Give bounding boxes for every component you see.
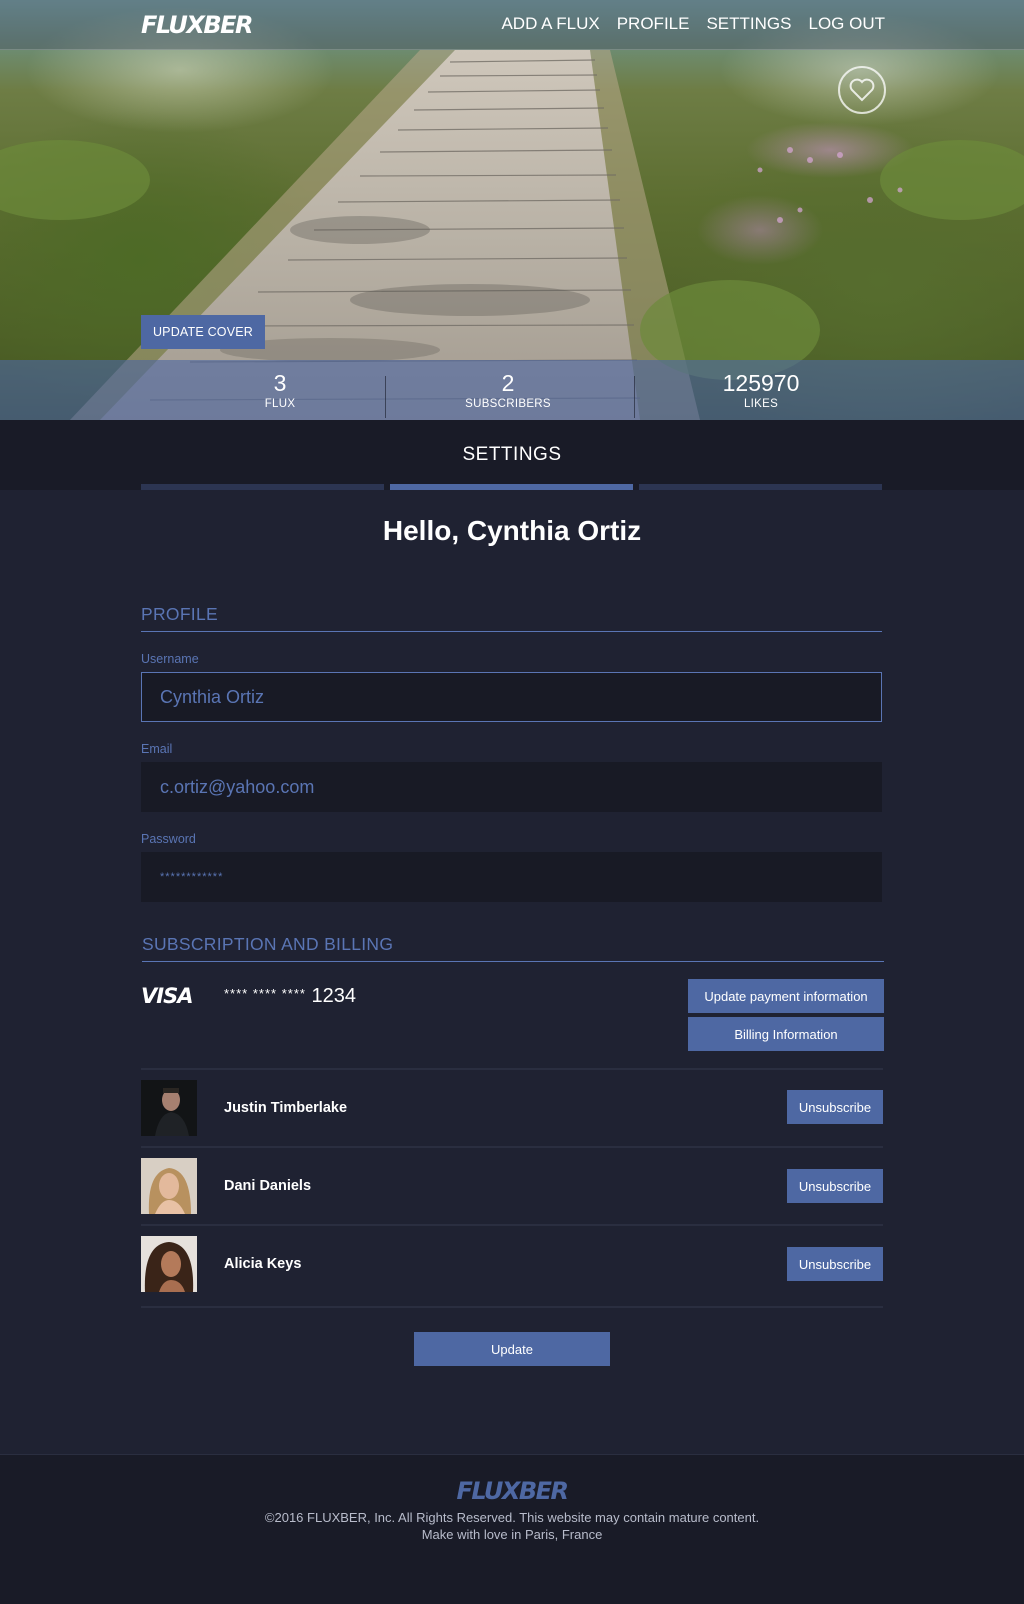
footer: FLUXBER ©2016 FLUXBER, Inc. All Rights R… xyxy=(0,1454,1024,1604)
footer-line-2: Make with love in Paris, France xyxy=(421,1527,603,1542)
avatar xyxy=(141,1236,197,1292)
card-last4: 1234 xyxy=(311,985,357,1007)
stat-subscribers-value: 2 xyxy=(501,370,515,396)
username-input[interactable]: Cynthia Ortiz xyxy=(141,672,882,722)
avatar-image xyxy=(141,1158,197,1214)
stats-bar: 3 FLUX 2 SUBSCRIBERS 125970 LIKES xyxy=(0,360,1024,420)
avatar-image xyxy=(141,1236,197,1292)
card-number: **** **** **** 1234 xyxy=(224,985,356,1008)
top-navigation-bar: FLUXBER ADD A FLUX PROFILE SETTINGS LOG … xyxy=(0,0,1024,50)
main-nav: ADD A FLUX PROFILE SETTINGS LOG OUT xyxy=(501,14,885,34)
footer-copyright: ©2016 FLUXBER, Inc. All Rights Reserved.… xyxy=(0,1509,1024,1543)
avatar-image xyxy=(141,1080,197,1136)
profile-section-title: PROFILE xyxy=(141,604,882,632)
tab-2-active[interactable] xyxy=(390,484,633,490)
subscription-name: Alicia Keys xyxy=(224,1256,302,1272)
stat-divider xyxy=(634,376,635,418)
email-label: Email xyxy=(141,742,173,756)
footer-line-1: ©2016 FLUXBER, Inc. All Rights Reserved.… xyxy=(264,1510,760,1525)
email-input[interactable]: c.ortiz@yahoo.com xyxy=(141,762,882,812)
billing-section-title: SUBSCRIPTION AND BILLING xyxy=(142,934,884,962)
update-payment-button[interactable]: Update payment information xyxy=(688,979,884,1013)
greeting-heading: Hello, Cynthia Ortiz xyxy=(382,515,642,546)
tab-1[interactable] xyxy=(141,484,384,490)
tab-3[interactable] xyxy=(639,484,882,490)
stat-likes-label: LIKES xyxy=(743,398,779,410)
update-button[interactable]: Update xyxy=(414,1332,610,1366)
nav-log-out[interactable]: LOG OUT xyxy=(808,14,885,34)
unsubscribe-button[interactable]: Unsubscribe xyxy=(787,1247,883,1281)
stat-subscribers[interactable]: 2 SUBSCRIBERS xyxy=(388,360,628,420)
password-label: Password xyxy=(141,832,196,846)
settings-tabs xyxy=(141,484,882,490)
unsubscribe-button[interactable]: Unsubscribe xyxy=(787,1169,883,1203)
update-cover-button[interactable]: UPDATE COVER xyxy=(141,315,265,349)
stat-divider xyxy=(385,376,386,418)
stat-flux-value: 3 xyxy=(273,370,287,396)
avatar xyxy=(141,1158,197,1214)
card-mask: **** **** **** xyxy=(224,986,306,1001)
stat-likes[interactable]: 125970 LIKES xyxy=(641,360,881,420)
row-divider xyxy=(141,1068,883,1070)
settings-header: SETTINGS xyxy=(0,420,1024,490)
boardwalk-illustration xyxy=(0,50,1024,420)
heart-icon xyxy=(849,78,875,102)
cover-image: FLUXBER ADD A FLUX PROFILE SETTINGS LOG … xyxy=(0,0,1024,420)
nav-add-a-flux[interactable]: ADD A FLUX xyxy=(501,14,599,34)
nav-profile[interactable]: PROFILE xyxy=(617,14,690,34)
nav-settings[interactable]: SETTINGS xyxy=(706,14,791,34)
username-label: Username xyxy=(141,652,199,666)
stat-subscribers-label: SUBSCRIBERS xyxy=(465,398,551,410)
row-divider xyxy=(141,1224,883,1226)
stat-likes-value: 125970 xyxy=(722,370,800,396)
subscription-name: Dani Daniels xyxy=(224,1178,312,1194)
favorite-button[interactable] xyxy=(838,66,886,114)
stat-flux[interactable]: 3 FLUX xyxy=(160,360,400,420)
avatar xyxy=(141,1080,197,1136)
footer-logo[interactable]: FLUXBER xyxy=(0,1477,1024,1505)
settings-title: SETTINGS xyxy=(462,444,562,465)
row-divider xyxy=(141,1146,883,1148)
stat-flux-label: FLUX xyxy=(264,398,296,410)
billing-information-button[interactable]: Billing Information xyxy=(688,1017,884,1051)
row-divider xyxy=(141,1306,883,1308)
password-input[interactable]: ************ xyxy=(141,852,882,902)
fluxber-logo[interactable]: FLUXBER xyxy=(141,11,254,39)
subscription-name: Justin Timberlake xyxy=(224,1100,348,1116)
unsubscribe-button[interactable]: Unsubscribe xyxy=(787,1090,883,1124)
visa-logo: VISA xyxy=(141,984,193,1008)
